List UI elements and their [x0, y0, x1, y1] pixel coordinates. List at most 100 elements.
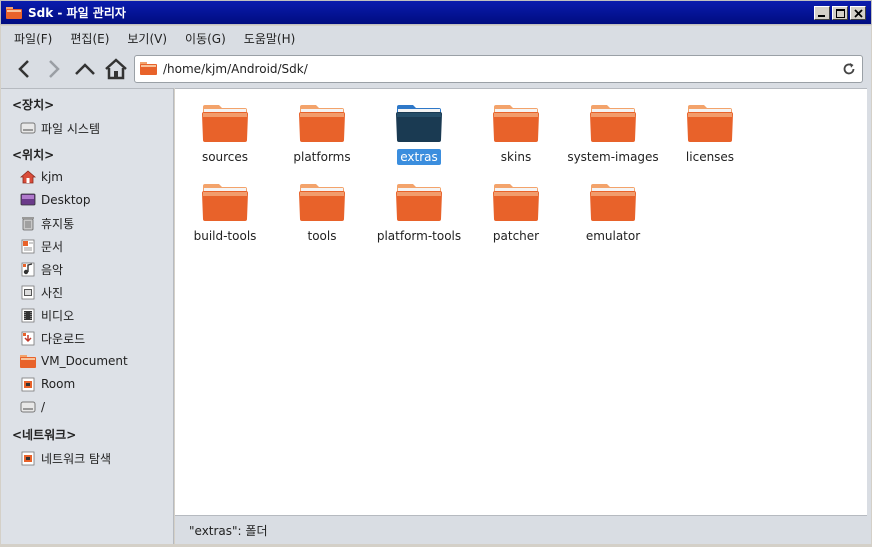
folder-item[interactable]: build-tools: [177, 182, 273, 244]
address-path: /home/kjm/Android/Sdk/: [163, 62, 308, 76]
folder-label: platform-tools: [376, 229, 462, 243]
folder-view[interactable]: sources platforms extras skins system-images…: [175, 88, 867, 515]
close-icon: [853, 8, 863, 18]
forward-button[interactable]: [41, 56, 67, 82]
sidebar-header-network: <네트워크>: [12, 428, 77, 442]
sidebar-item-label: kjm: [41, 170, 63, 184]
folder-icon: [299, 105, 345, 142]
folder-item[interactable]: tools: [274, 182, 370, 244]
address-bar[interactable]: /home/kjm/Android/Sdk/: [134, 55, 863, 83]
sidebar: <장치> 파일 시스템 <위치> kjm Desktop 휴지통 문서 음악 사…: [1, 88, 174, 544]
back-arrow-icon: [18, 60, 29, 78]
folder-icon: [396, 184, 442, 221]
sidebar-item-trash[interactable]: 휴지통: [20, 214, 74, 232]
folder-label: licenses: [685, 150, 735, 164]
folder-item[interactable]: extras: [371, 103, 467, 165]
sidebar-item-label: Room: [41, 377, 76, 391]
folder-label: system-images: [567, 150, 659, 164]
folder-label: platforms: [293, 150, 351, 164]
pictures-icon: [20, 284, 36, 300]
sidebar-item-label: 음악: [41, 262, 64, 277]
trash-icon: [20, 215, 36, 231]
maximize-button[interactable]: [832, 6, 848, 20]
title-bar[interactable]: Sdk - 파일 관리자: [0, 0, 872, 25]
video-icon: [20, 307, 36, 323]
folder-item[interactable]: licenses: [662, 103, 758, 165]
sidebar-item-kjm[interactable]: kjm: [20, 168, 63, 186]
menu-go[interactable]: 이동(G): [176, 30, 235, 47]
folder-icon: [6, 6, 22, 19]
home-icon: [20, 169, 36, 185]
close-button[interactable]: [850, 6, 866, 20]
menu-view[interactable]: 보기(V): [118, 30, 176, 47]
forward-arrow-icon: [49, 60, 60, 78]
home-button[interactable]: [103, 56, 129, 82]
folder-icon: [299, 184, 345, 221]
sidebar-item-label: Desktop: [41, 193, 91, 207]
sidebar-item-music[interactable]: 음악: [20, 260, 63, 278]
sidebar-item-label: VM_Document: [41, 354, 128, 368]
toolbar: /home/kjm/Android/Sdk/: [1, 50, 871, 88]
folder-item[interactable]: sources: [177, 103, 273, 165]
sidebar-item-video[interactable]: 비디오: [20, 306, 74, 324]
sidebar-item-label: 네트워크 탐색: [41, 451, 112, 466]
folder-label: emulator: [585, 229, 641, 243]
minimize-button[interactable]: [814, 6, 830, 20]
sidebar-header-devices: <장치>: [12, 98, 55, 112]
folder-item[interactable]: platforms: [274, 103, 370, 165]
sidebar-item-vm-document[interactable]: VM_Document: [20, 352, 128, 370]
sidebar-item-label: 파일 시스템: [41, 121, 101, 136]
reload-icon: [843, 63, 855, 75]
sidebar-item-pictures[interactable]: 사진: [20, 283, 63, 301]
folder-item[interactable]: skins: [468, 103, 564, 165]
sidebar-item-label: 문서: [41, 239, 64, 254]
folder-label: skins: [500, 150, 532, 164]
sidebar-item-label: /: [41, 400, 46, 414]
folder-label: tools: [307, 229, 337, 243]
folder-label: extras: [397, 149, 441, 165]
folder-label: sources: [201, 150, 249, 164]
sidebar-item-label: 휴지통: [41, 216, 75, 231]
sidebar-item-desktop[interactable]: Desktop: [20, 191, 91, 209]
reload-button[interactable]: [842, 62, 856, 79]
menu-bar: 파일(F) 편집(E) 보기(V) 이동(G) 도움말(H): [1, 26, 871, 50]
sidebar-item-network-browse[interactable]: 네트워크 탐색: [20, 449, 111, 467]
minimize-icon: [818, 15, 825, 17]
status-text: "extras": 폴더: [189, 523, 268, 538]
folder-icon: [396, 105, 442, 142]
network-icon: [20, 450, 36, 466]
sidebar-item-room[interactable]: Room: [20, 375, 75, 393]
sidebar-item-downloads[interactable]: 다운로드: [20, 329, 85, 347]
sidebar-item-filesystem[interactable]: 파일 시스템: [20, 119, 100, 137]
menu-help[interactable]: 도움말(H): [235, 30, 305, 47]
sidebar-item-root[interactable]: /: [20, 398, 45, 416]
maximize-icon: [835, 8, 845, 18]
window-title: Sdk - 파일 관리자: [28, 6, 126, 20]
home-icon: [105, 58, 127, 80]
menu-edit[interactable]: 편집(E): [61, 30, 118, 47]
folder-item[interactable]: platform-tools: [371, 182, 467, 244]
back-button[interactable]: [11, 56, 37, 82]
sidebar-item-documents[interactable]: 문서: [20, 237, 63, 255]
folder-label: build-tools: [193, 229, 257, 243]
desktop-icon: [20, 192, 36, 208]
folder-item[interactable]: system-images: [565, 103, 661, 165]
up-button[interactable]: [72, 56, 98, 82]
sidebar-item-label: 다운로드: [41, 331, 86, 346]
download-icon: [20, 330, 36, 346]
folder-icon: [202, 105, 248, 142]
menu-file[interactable]: 파일(F): [5, 30, 61, 47]
folder-label: patcher: [492, 229, 540, 243]
folder-icon: [590, 105, 636, 142]
folder-icon: [20, 353, 36, 369]
music-icon: [20, 261, 36, 277]
folder-item[interactable]: patcher: [468, 182, 564, 244]
folder-icon: [20, 376, 36, 392]
folder-icon: [493, 105, 539, 142]
folder-icon: [140, 61, 157, 78]
up-arrow-icon: [75, 63, 95, 75]
sidebar-item-label: 비디오: [41, 308, 75, 323]
folder-item[interactable]: emulator: [565, 182, 661, 244]
window-edge: [867, 88, 871, 544]
folder-icon: [202, 184, 248, 221]
